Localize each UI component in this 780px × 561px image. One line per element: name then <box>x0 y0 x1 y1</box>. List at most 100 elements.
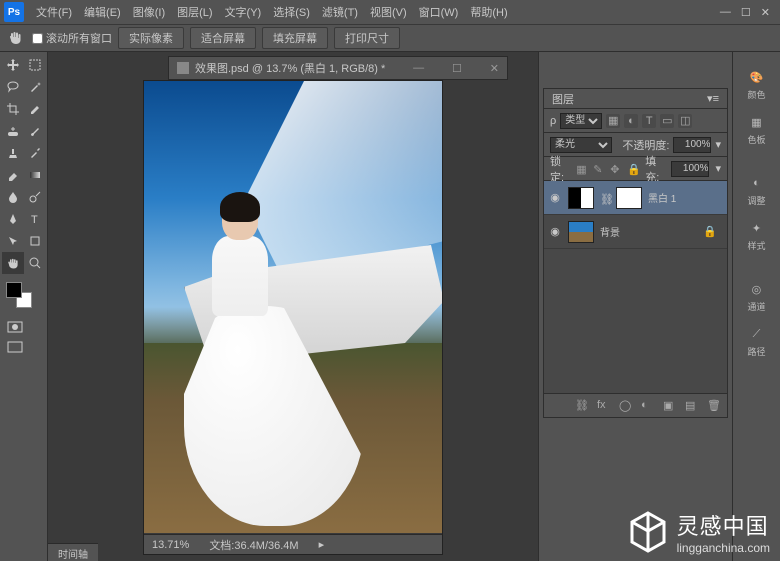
window-controls: — ☐ ✕ <box>720 6 776 19</box>
color-swatches[interactable] <box>2 280 45 312</box>
menu-file[interactable]: 文件(F) <box>30 0 78 24</box>
rectangle-tool-icon[interactable] <box>24 230 46 252</box>
lasso-tool-icon[interactable] <box>2 76 24 98</box>
styles-panel-button[interactable]: ✦ 样式 <box>745 217 767 254</box>
healing-brush-tool-icon[interactable] <box>2 120 24 142</box>
link-layers-icon[interactable]: ⛓ <box>575 399 589 413</box>
layer-name[interactable]: 背景 <box>600 224 620 239</box>
swatches-panel-icon: ▦ <box>747 113 765 131</box>
quick-mask-icon[interactable] <box>4 318 26 336</box>
gradient-tool-icon[interactable] <box>24 164 46 186</box>
lock-transparency-icon[interactable]: ▦ <box>576 163 588 175</box>
lock-all-icon[interactable]: 🔒 <box>627 163 639 175</box>
lock-icon: 🔒 <box>703 225 717 238</box>
blend-mode-row: 柔光 不透明度: ▾ <box>544 133 727 157</box>
paths-panel-button[interactable]: ⟋ 路径 <box>745 323 767 360</box>
new-layer-icon[interactable]: ▤ <box>685 399 699 413</box>
layer-row[interactable]: ◉ ⛓ 黑白 1 <box>544 181 727 215</box>
layer-name[interactable]: 黑白 1 <box>648 190 676 205</box>
layer-style-icon[interactable]: fx <box>597 399 611 413</box>
layer-thumbnail[interactable] <box>568 221 594 243</box>
marquee-tool-icon[interactable] <box>24 54 46 76</box>
status-arrow-icon[interactable]: ▸ <box>319 538 325 551</box>
close-icon[interactable]: ✕ <box>761 6 770 19</box>
adjustments-panel-button[interactable]: ◐ 调整 <box>745 172 767 209</box>
menu-layer[interactable]: 图层(L) <box>171 0 218 24</box>
actual-pixels-button[interactable]: 实际像素 <box>118 27 184 49</box>
layer-mask-icon[interactable]: ◯ <box>619 399 633 413</box>
hand-tool-icon[interactable] <box>4 27 26 49</box>
canvas[interactable]: 13.71% 文档:36.4M/36.4M ▸ <box>143 80 443 555</box>
menu-help[interactable]: 帮助(H) <box>464 0 513 24</box>
fit-screen-button[interactable]: 适合屏幕 <box>190 27 256 49</box>
mask-link-icon[interactable]: ⛓ <box>600 193 610 203</box>
clone-stamp-tool-icon[interactable] <box>2 142 24 164</box>
channels-panel-icon: ◎ <box>747 280 765 298</box>
fill-dropdown-icon[interactable]: ▾ <box>715 162 721 175</box>
crop-tool-icon[interactable] <box>2 98 24 120</box>
swatches-panel-button[interactable]: ▦ 色板 <box>745 111 767 148</box>
menu-view[interactable]: 视图(V) <box>364 0 413 24</box>
mask-thumbnail[interactable] <box>616 187 642 209</box>
print-size-button[interactable]: 打印尺寸 <box>334 27 400 49</box>
lock-pixels-icon[interactable]: ✎ <box>593 163 605 175</box>
panel-menu-icon[interactable]: ▾≡ <box>707 92 719 105</box>
menu-edit[interactable]: 编辑(E) <box>78 0 127 24</box>
maximize-icon[interactable]: ☐ <box>741 6 751 19</box>
close-doc-icon[interactable]: ✕ <box>490 62 499 75</box>
brush-tool-icon[interactable] <box>24 120 46 142</box>
group-icon[interactable]: ▣ <box>663 399 677 413</box>
scroll-all-windows-checkbox[interactable]: 滚动所有窗口 <box>32 30 112 46</box>
zoom-tool-icon[interactable] <box>24 252 46 274</box>
opacity-dropdown-icon[interactable]: ▾ <box>715 138 721 151</box>
visibility-icon[interactable]: ◉ <box>548 225 562 239</box>
menu-filter[interactable]: 滤镜(T) <box>316 0 364 24</box>
layer-thumbnail[interactable] <box>568 187 594 209</box>
history-brush-tool-icon[interactable] <box>24 142 46 164</box>
maximize-doc-icon[interactable]: ☐ <box>452 62 462 75</box>
menu-window[interactable]: 窗口(W) <box>413 0 465 24</box>
fill-input[interactable] <box>671 161 709 177</box>
channels-panel-button[interactable]: ◎ 通道 <box>745 278 767 315</box>
timeline-panel-tab[interactable]: 时间轴 <box>48 543 98 561</box>
adjustment-layer-icon[interactable]: ◐ <box>641 399 655 413</box>
filter-type-icon[interactable]: T <box>642 114 656 128</box>
filter-adjustment-icon[interactable]: ◐ <box>624 114 638 128</box>
path-selection-tool-icon[interactable] <box>2 230 24 252</box>
blend-mode-select[interactable]: 柔光 <box>550 137 612 153</box>
minimize-icon[interactable]: — <box>720 6 731 19</box>
dodge-tool-icon[interactable] <box>24 186 46 208</box>
menu-select[interactable]: 选择(S) <box>267 0 316 24</box>
document-info[interactable]: 文档:36.4M/36.4M <box>209 537 298 553</box>
visibility-icon[interactable]: ◉ <box>548 191 562 205</box>
lock-row: 锁定: ▦ ✎ ✥ 🔒 填充: ▾ <box>544 157 727 181</box>
document-tab[interactable]: 效果图.psd @ 13.7% (黑白 1, RGB/8) * — ☐ ✕ <box>168 56 508 80</box>
opacity-input[interactable] <box>673 137 711 153</box>
type-tool-icon[interactable]: T <box>24 208 46 230</box>
filter-smart-icon[interactable]: ◫ <box>678 114 692 128</box>
filter-kind-select[interactable]: 类型 <box>560 113 602 129</box>
layer-row[interactable]: ◉ 背景 🔒 <box>544 215 727 249</box>
eraser-tool-icon[interactable] <box>2 164 24 186</box>
delete-layer-icon[interactable]: 🗑 <box>707 399 721 413</box>
filter-shape-icon[interactable]: ▭ <box>660 114 674 128</box>
menu-image[interactable]: 图像(I) <box>127 0 171 24</box>
color-panel-button[interactable]: 🎨 颜色 <box>745 66 767 103</box>
filter-pixel-icon[interactable]: ▦ <box>606 114 620 128</box>
panels-column: 图层 ▾≡ ρ 类型 ▦ ◐ T ▭ ◫ 柔光 不透明度: ▾ <box>538 52 732 561</box>
foreground-color-swatch[interactable] <box>6 282 22 298</box>
pen-tool-icon[interactable] <box>2 208 24 230</box>
menu-type[interactable]: 文字(Y) <box>219 0 268 24</box>
layers-panel-tab[interactable]: 图层 ▾≡ <box>544 89 727 109</box>
filter-kind-icon[interactable]: ρ <box>550 115 556 127</box>
blur-tool-icon[interactable] <box>2 186 24 208</box>
magic-wand-tool-icon[interactable] <box>24 76 46 98</box>
zoom-level[interactable]: 13.71% <box>152 539 189 551</box>
lock-position-icon[interactable]: ✥ <box>610 163 622 175</box>
eyedropper-tool-icon[interactable] <box>24 98 46 120</box>
fill-screen-button[interactable]: 填充屏幕 <box>262 27 328 49</box>
hand-tool-icon[interactable] <box>2 252 24 274</box>
move-tool-icon[interactable] <box>2 54 24 76</box>
minimize-doc-icon[interactable]: — <box>413 62 424 74</box>
screen-mode-icon[interactable] <box>4 338 26 356</box>
